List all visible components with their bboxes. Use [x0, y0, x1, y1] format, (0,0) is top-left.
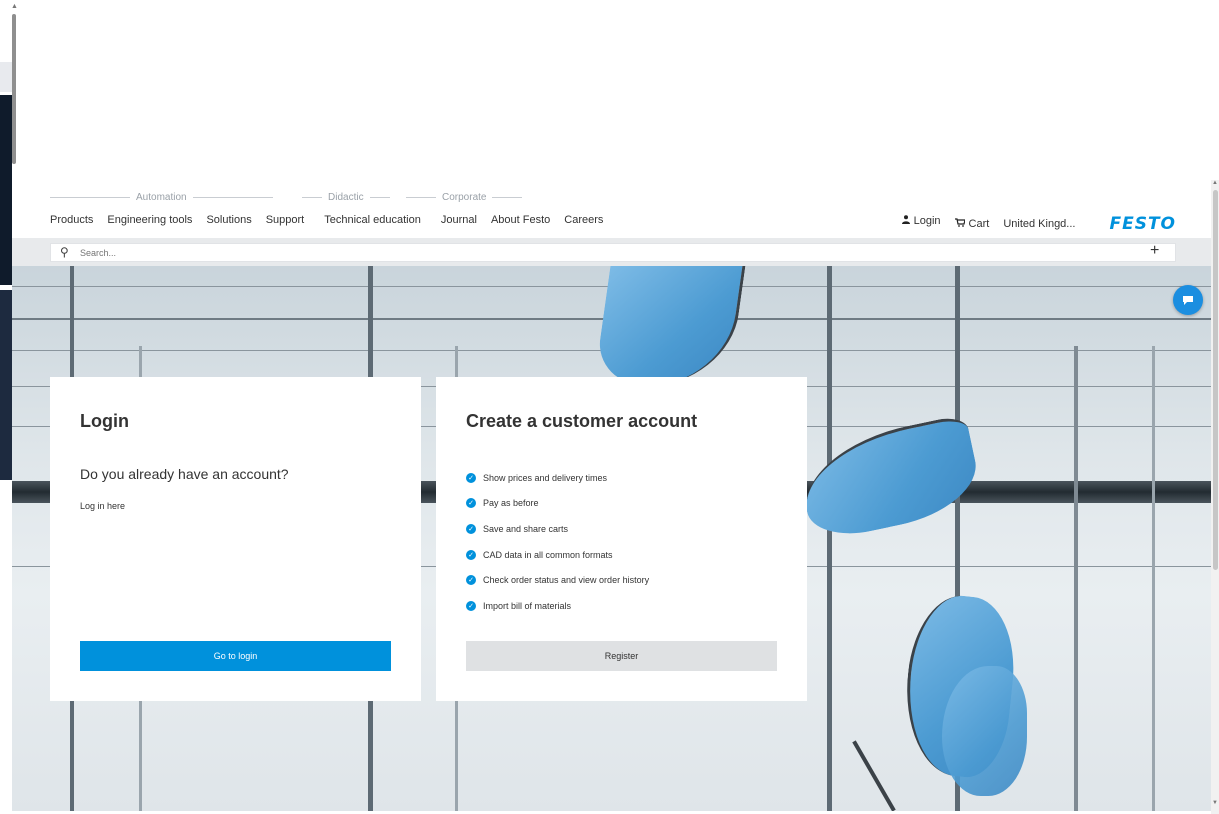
benefit-label: Pay as before — [483, 498, 539, 509]
go-to-login-button[interactable]: Go to login — [80, 641, 391, 671]
nav-item-careers[interactable]: Careers — [564, 214, 603, 226]
butterfly-wing-top — [593, 266, 746, 386]
user-icon — [901, 215, 910, 227]
search-icon[interactable]: ⚲ — [60, 245, 69, 259]
group-label: Didactic — [328, 192, 364, 203]
header-actions: Login Cart United Kingd... FESTO — [888, 214, 1176, 241]
cart-link[interactable]: Cart — [954, 218, 990, 230]
nav-item-solutions[interactable]: Solutions — [206, 214, 251, 226]
left-panel-dark-block — [0, 95, 12, 285]
nav-item-technical-education[interactable]: Technical education — [324, 214, 421, 226]
left-panel-light-block — [0, 62, 12, 92]
group-corporate: Corporate — [406, 192, 523, 203]
check-icon: ✓ — [466, 600, 476, 611]
main-nav: Products Engineering tools Solutions Sup… — [50, 214, 617, 226]
nav-item-journal[interactable]: Journal — [441, 214, 477, 226]
festo-logo[interactable]: FESTO — [1109, 214, 1176, 234]
list-item: ✓ Import bill of materials — [466, 593, 649, 619]
benefit-label: Show prices and delivery times — [483, 472, 608, 483]
check-icon: ✓ — [466, 498, 476, 509]
group-didactic: Didactic — [302, 192, 390, 203]
group-label: Automation — [136, 192, 187, 203]
list-item: ✓ Save and share carts — [466, 516, 649, 542]
plus-icon[interactable]: + — [1150, 242, 1159, 260]
cart-label: Cart — [968, 218, 990, 230]
login-title: Login — [80, 411, 129, 431]
benefit-label: Check order status and view order histor… — [483, 575, 650, 586]
benefits-list: ✓ Show prices and delivery times ✓ Pay as … — [466, 465, 649, 619]
scroll-up-arrow-icon[interactable]: ▲ — [1212, 180, 1218, 186]
login-subtitle: Do you already have an account? — [80, 466, 289, 482]
left-scrollbar-thumb[interactable] — [12, 14, 16, 164]
register-button[interactable]: Register — [466, 641, 777, 671]
nav-item-products[interactable]: Products — [50, 214, 93, 226]
list-item: ✓ Show prices and delivery times — [466, 465, 649, 491]
register-card: Create a customer account ✓ Show prices a… — [436, 377, 807, 701]
check-icon: ✓ — [466, 472, 476, 483]
login-link[interactable]: Login — [901, 215, 941, 241]
cart-icon — [954, 218, 966, 230]
country-selector[interactable]: United Kingd... — [1003, 218, 1075, 230]
scroll-up-arrow-icon[interactable]: ▲ — [11, 3, 18, 10]
login-label: Login — [913, 215, 941, 227]
list-item: ✓ CAD data in all common formats — [466, 542, 649, 568]
login-text: Log in here — [80, 501, 126, 511]
benefit-label: Save and share carts — [483, 523, 569, 534]
chat-icon[interactable] — [1173, 285, 1203, 315]
register-title: Create a customer account — [466, 411, 698, 431]
nav-item-support[interactable]: Support — [266, 214, 305, 226]
nav-item-about-festo[interactable]: About Festo — [491, 214, 550, 226]
benefit-label: Import bill of materials — [483, 600, 572, 611]
group-automation: Automation — [50, 192, 273, 203]
check-icon: ✓ — [466, 523, 476, 534]
right-scrollbar-thumb[interactable] — [1213, 190, 1218, 570]
check-icon: ✓ — [466, 575, 476, 586]
check-icon: ✓ — [466, 549, 476, 560]
login-card: Login Do you already have an account? Lo… — [50, 377, 421, 701]
nav-item-engineering-tools[interactable]: Engineering tools — [107, 214, 192, 226]
group-label: Corporate — [442, 192, 487, 203]
list-item: ✓ Pay as before — [466, 491, 649, 517]
benefit-label: CAD data in all common formats — [483, 549, 613, 560]
search-input[interactable] — [78, 244, 978, 261]
left-panel-dark-block-2 — [0, 290, 12, 480]
scroll-down-arrow-icon[interactable]: ▼ — [1212, 800, 1218, 806]
list-item: ✓ Check order status and view order histo… — [466, 567, 649, 593]
site-header: Automation Didactic Corporate Products E… — [50, 192, 1176, 241]
